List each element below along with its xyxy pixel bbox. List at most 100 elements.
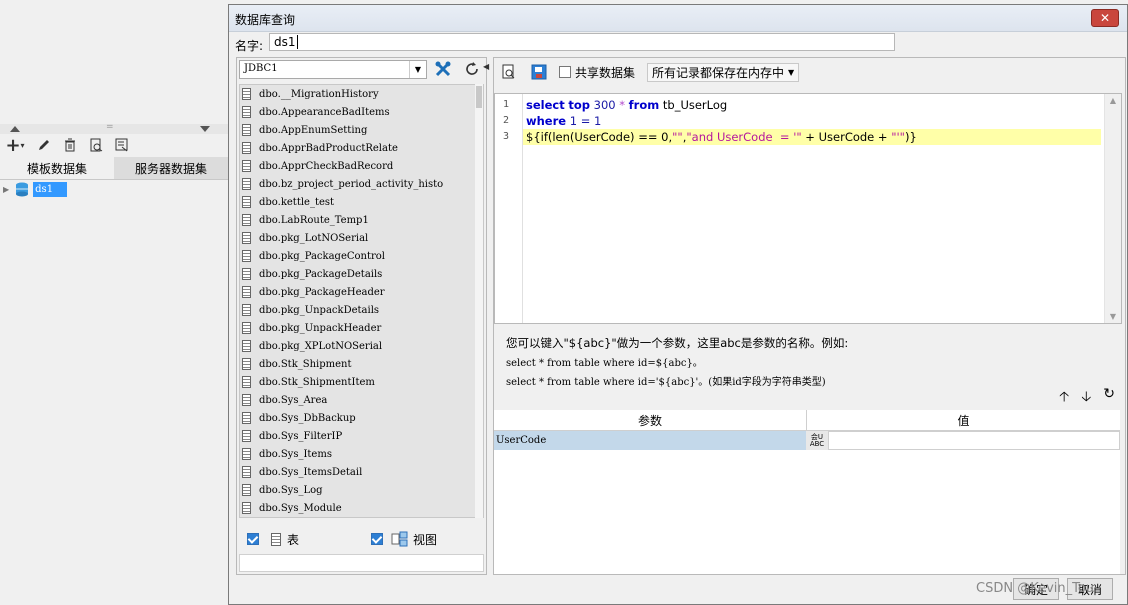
table-icon [242, 142, 251, 154]
database-query-dialog: 数据库查询 ✕ 名字: ds1 JDBC1 ▼ ◀ dbo.__Migratio… [228, 4, 1128, 605]
collapse-left-icon[interactable]: ◀ [483, 62, 489, 71]
filter-search-input[interactable] [239, 554, 484, 572]
properties-icon [115, 138, 128, 152]
sql-editor[interactable]: 1 2 3 select top 300 * from tb_UserLog w… [494, 93, 1122, 324]
table-list-item[interactable]: dbo.pkg_PackageControl [240, 247, 477, 265]
dataset-panel: = + ▾ 模板数据集 服务器数据集 ▶ ds1 [0, 0, 228, 605]
collapse-down-icon[interactable] [200, 126, 210, 132]
table-list-item[interactable]: dbo.pkg_XPLotNOSerial [240, 337, 477, 355]
code-area[interactable]: select top 300 * from tb_UserLog where 1… [523, 97, 1101, 145]
pencil-icon [39, 140, 49, 150]
share-dataset-checkbox[interactable] [559, 66, 571, 78]
name-input[interactable]: ds1 [269, 33, 895, 51]
name-value: ds1 [274, 35, 296, 49]
table-list-item[interactable]: dbo.Sys_FilterIP [240, 427, 477, 445]
tab-server-datasets[interactable]: 服务器数据集 [114, 157, 228, 179]
collapse-up-icon[interactable] [10, 126, 20, 132]
table-list-item[interactable]: dbo.LabRoute_Temp1 [240, 211, 477, 229]
table-name: dbo.ApprBadProductRelate [259, 142, 398, 154]
table-list-item[interactable]: dbo.AppearanceBadItems [240, 103, 477, 121]
table-list-item[interactable]: dbo.pkg_PackageDetails [240, 265, 477, 283]
refresh-tables-button[interactable] [461, 59, 483, 79]
table-list-item[interactable]: dbo.pkg_UnpackDetails [240, 301, 477, 319]
close-button[interactable]: ✕ [1091, 9, 1119, 27]
connection-settings-button[interactable] [432, 59, 454, 79]
sql-keyword: where [526, 114, 567, 128]
table-name: dbo.__MigrationHistory [259, 88, 379, 100]
dialog-titlebar[interactable]: 数据库查询 ✕ [229, 5, 1127, 32]
tree-item-ds1[interactable]: ▶ ds1 [3, 182, 68, 197]
connection-select[interactable]: JDBC1 ▼ [239, 60, 427, 79]
scroll-up-icon[interactable]: ▲ [1105, 96, 1121, 105]
parameter-row[interactable]: UserCode 会U ABC [494, 431, 1120, 450]
table-list-scrollbar[interactable] [475, 84, 483, 518]
dataset-toolbar: + ▾ [2, 134, 132, 156]
table-icon [242, 394, 251, 406]
line-number: 1 [503, 99, 510, 110]
table-list-item[interactable]: dbo.ApprBadProductRelate [240, 139, 477, 157]
sql-keyword: select [526, 98, 565, 112]
delete-dataset-button[interactable] [60, 135, 80, 155]
table-list-item[interactable]: dbo.Sys_Log [240, 481, 477, 499]
save-sql-button[interactable] [528, 62, 550, 82]
move-down-icon[interactable]: 🡣 [1081, 386, 1091, 410]
table-list-item[interactable]: dbo.ApprCheckBadRecord [240, 157, 477, 175]
trash-icon [65, 138, 75, 152]
sql-operator: * [619, 98, 626, 112]
param-name-cell[interactable]: UserCode [494, 431, 806, 450]
view-filter-checkbox[interactable] [371, 533, 384, 545]
table-list-item[interactable]: dbo.kettle_test [240, 193, 477, 211]
table-list-item[interactable]: dbo.Sys_DbBackup [240, 409, 477, 427]
param-value-input[interactable] [828, 431, 1120, 450]
table-list-item[interactable]: dbo.pkg_LotNOSerial [240, 229, 477, 247]
save-icon [531, 64, 547, 80]
table-list-item[interactable]: dbo.Stk_ShipmentItem [240, 373, 477, 391]
storage-mode-select[interactable]: 所有记录都保存在内存中 ▼ [647, 62, 800, 82]
table-list-item[interactable]: dbo.pkg_UnpackHeader [240, 319, 477, 337]
table-icon [242, 376, 251, 388]
table-name: dbo.AppEnumSetting [259, 124, 368, 136]
plus-icon: + [5, 134, 21, 156]
table-icon [242, 448, 251, 460]
sql-toolbar: 共享数据集 所有记录都保存在内存中 ▼ [494, 58, 1125, 86]
refresh-icon[interactable]: ↻ [1103, 386, 1115, 410]
table-name: dbo.Sys_Area [259, 394, 328, 406]
tree-item-label[interactable]: ds1 [33, 182, 68, 197]
table-icon [242, 358, 251, 370]
table-icon [271, 532, 281, 546]
dataset-properties-button[interactable] [112, 135, 132, 155]
database-icon [16, 182, 29, 197]
refresh-icon [466, 62, 478, 75]
table-name: dbo.ApprCheckBadRecord [259, 160, 394, 172]
table-list[interactable]: dbo.__MigrationHistory dbo.AppearanceBadI… [239, 84, 484, 518]
expand-arrow-icon[interactable]: ▶ [3, 185, 9, 194]
move-up-icon[interactable]: 🡡 [1059, 386, 1069, 410]
table-list-item[interactable]: dbo.bz_project_period_activity_histo [240, 175, 477, 193]
table-list-item[interactable]: dbo.AppEnumSetting [240, 121, 477, 139]
table-icon [242, 196, 251, 208]
table-list-item[interactable]: dbo.Sys_Area [240, 391, 477, 409]
preview-icon [502, 64, 515, 79]
preview-sql-button[interactable] [498, 62, 520, 82]
scroll-down-icon[interactable]: ▼ [1105, 312, 1121, 321]
editor-scrollbar[interactable]: ▲ ▼ [1104, 94, 1121, 323]
preview-dataset-button[interactable] [86, 135, 106, 155]
table-icon [242, 268, 251, 280]
parameter-toolbar: 🡡 🡣 ↻ [1059, 386, 1115, 410]
table-filter-checkbox[interactable] [247, 533, 259, 545]
table-list-item[interactable]: dbo.Sys_ItemsDetail [240, 463, 477, 481]
table-name: dbo.pkg_PackageControl [259, 250, 386, 262]
table-list-item[interactable]: dbo.Stk_Shipment [240, 355, 477, 373]
param-type-button[interactable]: 会U ABC [806, 431, 828, 450]
add-dataset-button[interactable]: + ▾ [2, 134, 28, 156]
table-list-item[interactable]: dbo.pkg_PackageHeader [240, 283, 477, 301]
tab-template-datasets[interactable]: 模板数据集 [0, 157, 114, 179]
edit-dataset-button[interactable] [34, 135, 54, 155]
scroll-thumb[interactable] [476, 86, 482, 108]
dataset-tabs: 模板数据集 服务器数据集 [0, 157, 228, 180]
table-list-item[interactable]: dbo.__MigrationHistory [240, 85, 477, 103]
table-list-item[interactable]: dbo.Sys_Module [240, 499, 477, 517]
panel-splitter[interactable]: = [0, 122, 228, 134]
table-list-item[interactable]: dbo.Sys_Items [240, 445, 477, 463]
storage-mode-value: 所有记录都保存在内存中 [652, 65, 785, 80]
